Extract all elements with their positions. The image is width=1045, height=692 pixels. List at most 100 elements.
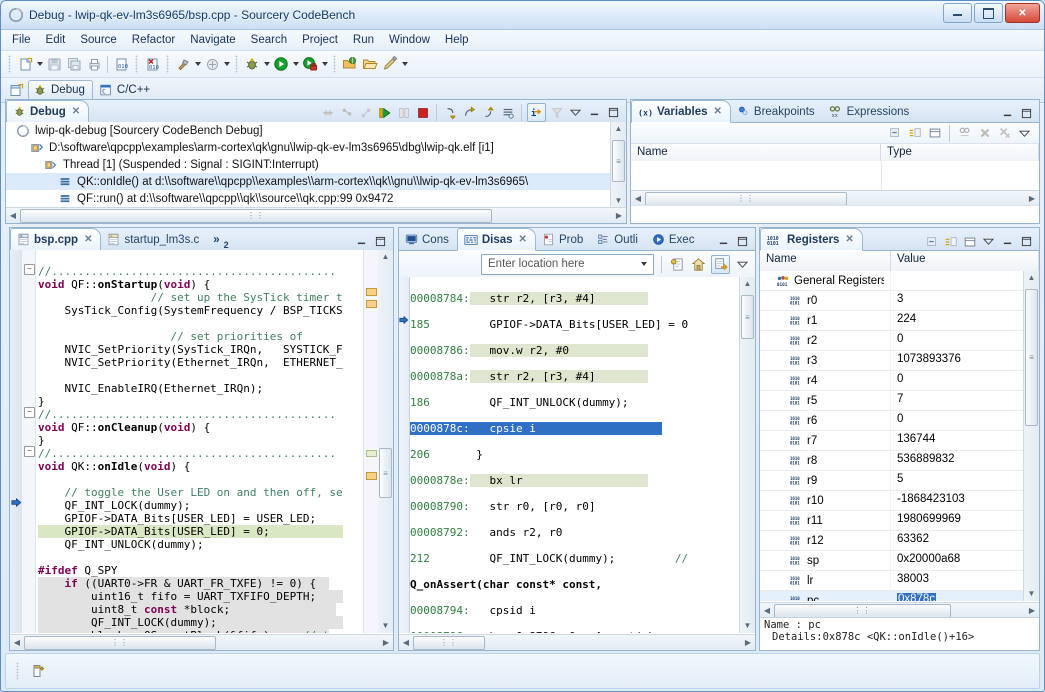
chevron-down-icon[interactable] [636,262,651,266]
disassembly-hscrollbar[interactable]: ◀ ⋮⋮ ▶ [399,634,755,650]
vscroll-thumb[interactable]: ≡ [379,448,392,498]
scroll-left-icon[interactable]: ◀ [6,211,20,220]
menu-edit[interactable]: Edit [39,32,73,48]
close-icon[interactable]: ✕ [845,234,853,245]
scroll-right-icon[interactable]: ▶ [1025,194,1039,203]
expand-all-icon[interactable] [906,125,923,142]
menu-help[interactable]: Help [438,32,476,48]
scroll-up-icon[interactable]: ▲ [1024,271,1039,285]
register-value-cell[interactable]: -1868423103 [891,491,1024,510]
register-name-cell[interactable]: 1010 0101 r11 [760,511,891,530]
vscroll-thumb[interactable]: ≡ [1025,289,1038,426]
toolbar-grip-5[interactable] [333,55,336,73]
scroll-left-icon[interactable]: ◀ [631,194,645,203]
editor-text-area[interactable]: − − − //................................… [10,250,393,633]
register-row[interactable]: 1010 0101 r1 224 [760,311,1024,331]
maximize-view-icon[interactable] [1018,105,1035,122]
suspend-icon[interactable] [395,104,412,121]
run-icon[interactable] [271,54,291,74]
step-return-icon[interactable] [480,104,497,121]
tab-breakpoints[interactable]: Breakpoints [731,101,823,122]
scroll-up-icon[interactable]: ▲ [378,250,393,264]
debug-tree-vscrollbar[interactable]: ▲ ≡ ▼ [610,122,626,208]
profile-icon[interactable] [300,54,320,74]
scroll-left-icon[interactable]: ◀ [399,638,413,647]
terminate-icon[interactable] [414,104,431,121]
view-menu-icon[interactable] [734,256,751,273]
minimize-view-icon[interactable] [586,104,603,121]
disassembly-row[interactable]: 212 QF_INT_LOCK(dummy); // [410,552,739,565]
debug-tree-hscrollbar[interactable]: ◀ ⋮⋮ ▶ [6,207,626,223]
register-name-cell[interactable]: 1010 0101 r6 [760,411,891,430]
minimize-view-icon[interactable] [999,105,1016,122]
editor-overview-ruler[interactable] [363,250,378,633]
disassembly-gutter[interactable] [399,277,410,633]
status-grip[interactable] [16,662,19,680]
scroll-up-icon[interactable]: ▲ [740,277,755,291]
register-name-cell[interactable]: 1010 0101 r7 [760,431,891,450]
register-row[interactable]: 1010 0101 r0 3 [760,291,1024,311]
register-name-cell[interactable]: 10100101 pc [760,591,891,601]
register-row[interactable]: 1010 0101 r4 0 [760,371,1024,391]
maximize-view-icon[interactable] [372,233,389,250]
toolbar-grip-3[interactable] [166,55,169,73]
register-name-cell[interactable]: 1010 0101 r9 [760,471,891,490]
open-perspective-icon[interactable] [6,80,26,100]
tree-row-frame-onidle[interactable]: QK::onIdle() at d:\\software\\qpcpp\\exa… [6,173,626,190]
close-icon[interactable]: ✕ [72,106,80,117]
tab-problems[interactable]: Prob [536,229,591,250]
scroll-right-icon[interactable]: ▶ [379,638,393,647]
editor-source-text[interactable]: //......................................… [38,252,363,633]
remove-marker-icon[interactable]: 010 [142,54,162,74]
disassembly-row[interactable]: 206 } [410,448,739,461]
register-row[interactable]: 1010 0101 lr 38003 [760,571,1024,591]
toolbar-grip-2[interactable] [135,55,138,73]
scroll-up-icon[interactable]: ▲ [611,122,626,136]
hscroll-thumb[interactable]: ⋮⋮ [413,635,485,650]
maximize-view-icon[interactable] [605,104,622,121]
register-row[interactable]: 1010 0101 r10 -1868423103 [760,491,1024,511]
minimize-view-icon[interactable] [999,233,1016,250]
location-input[interactable]: Enter location here [481,253,654,275]
column-header-value[interactable]: Value [891,251,1039,272]
register-row[interactable]: 1010 0101 r9 5 [760,471,1024,491]
fold-collapse-icon-3[interactable]: − [24,446,35,457]
tab-console[interactable]: Cons [399,229,457,250]
remove-all-terminated-icon[interactable] [338,104,355,121]
register-name-cell[interactable]: 1010 0101 r4 [760,371,891,390]
register-row[interactable]: 1010 0101 r12 63362 [760,531,1024,551]
register-value-cell[interactable]: 536889832 [891,451,1024,470]
variables-hscrollbar[interactable]: ◀ ⋮⋮ ▶ [631,190,1039,206]
register-value-cell[interactable]: 1980699969 [891,511,1024,530]
show-details-icon[interactable] [961,233,978,250]
register-row[interactable]: 1010 0101 r11 1980699969 [760,511,1024,531]
step-over-icon[interactable] [461,104,478,121]
close-icon[interactable]: ✕ [84,234,92,245]
menu-file[interactable]: File [5,32,38,48]
tree-row-launch[interactable]: lwip-qk-debug [Sourcery CodeBench Debug] [6,122,626,139]
scroll-left-icon[interactable]: ◀ [760,606,774,615]
toolbar-grip[interactable] [8,55,11,73]
register-row[interactable]: 1010 0101 r8 536889832 [760,451,1024,471]
disassembly-row[interactable]: 186 QF_INT_UNLOCK(dummy); [410,396,739,409]
disassembly-row[interactable]: 185 GPIOF->DATA_Bits[USER_LED] = 0 [410,318,739,331]
vscroll-thumb[interactable]: ≡ [741,295,754,339]
vscroll-thumb[interactable]: ≡ [612,140,625,182]
menu-navigate[interactable]: Navigate [183,32,242,48]
debug-dropdown-icon[interactable] [262,54,271,74]
disassembly-row[interactable]: 0000878e: bx lr [410,474,739,487]
register-value-cell[interactable]: 7 [891,391,1024,410]
register-name-cell[interactable]: 1010 0101 lr [760,571,891,590]
save-icon[interactable] [44,54,64,74]
tree-row-thread[interactable]: Thread [1] (Suspended : Signal : SIGINT:… [6,156,626,173]
show-source-icon[interactable] [669,256,686,273]
pencil-dropdown-icon[interactable] [400,54,409,74]
disassembly-row[interactable]: 00008794: cpsid i [410,604,739,617]
toolbar-grip-4[interactable] [235,55,238,73]
register-value-cell[interactable]: 0 [891,371,1024,390]
disassembly-row[interactable]: 00008786: mov.w r2, #0 [410,344,739,357]
scroll-down-icon[interactable]: ▼ [1024,587,1039,601]
profile-dropdown-icon[interactable] [320,54,329,74]
editor-folding-ruler[interactable]: − − − [22,250,36,633]
register-name-cell[interactable]: 1010 0101 r0 [760,291,891,310]
